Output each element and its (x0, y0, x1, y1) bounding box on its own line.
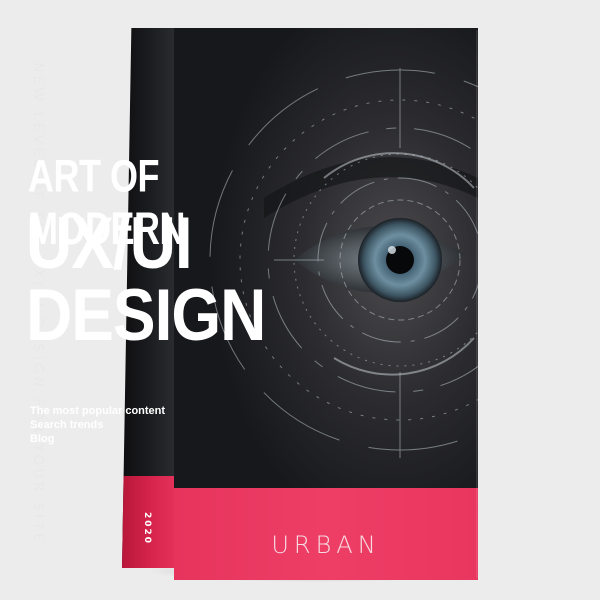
feature-item: Search trends (30, 419, 104, 431)
eye-illustration (174, 28, 478, 494)
cover-title-line-3: DESIGN (26, 273, 266, 357)
spine-year: 2020 (142, 512, 152, 546)
cover-title-line-2: UX/UI (26, 201, 193, 285)
brand-logo-text: URBAN (271, 531, 381, 559)
cover-feature-list: The most popular content Search trends B… (30, 404, 165, 446)
feature-item: The most popular content (30, 405, 166, 417)
page-edge (476, 30, 479, 578)
book-mockup-scene: NEW LEVEL OF THE UX/UI DESIGN FOR YOUR S… (0, 0, 600, 600)
feature-item: Blog (30, 433, 55, 445)
